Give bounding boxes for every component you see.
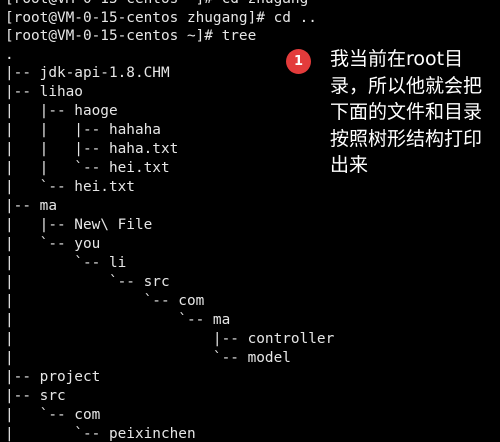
terminal-line: |-- src — [5, 388, 66, 404]
terminal-line: [root@VM-0-15-centos ~]# tree — [5, 28, 257, 44]
terminal-line: |-- lihao — [5, 84, 83, 100]
annotation-text: 我当前在root目录，所以他就会把下面的文件和目录按照树形结构打印出来 — [330, 48, 483, 176]
terminal-window[interactable]: [root@VM-0-15-centos ~]# cd zhugang [roo… — [0, 0, 500, 442]
terminal-line: |-- jdk-api-1.8.CHM — [5, 65, 170, 81]
terminal-line: | `-- peixinchen — [5, 426, 196, 442]
terminal-line: | | |-- haha.txt — [5, 141, 179, 157]
terminal-line: | |-- controller — [5, 331, 335, 347]
terminal-line: | `-- model — [5, 350, 291, 366]
terminal-line: | `-- ma — [5, 312, 231, 328]
terminal-line: | `-- you — [5, 236, 101, 252]
terminal-line: | `-- com — [5, 293, 205, 309]
terminal-line: [root@VM-0-15-centos ~]# cd zhugang — [5, 0, 308, 9]
step-number-badge: 1 — [286, 49, 311, 74]
terminal-line: | `-- hei.txt — [5, 179, 135, 195]
terminal-line: [root@VM-0-15-centos zhugang]# cd .. — [5, 10, 317, 26]
terminal-line: | `-- li — [5, 255, 127, 271]
terminal-line: . — [5, 47, 14, 63]
terminal-line: | | |-- hahaha — [5, 122, 161, 138]
terminal-line: | |-- New\ File — [5, 217, 153, 233]
terminal-line: | | `-- hei.txt — [5, 160, 170, 176]
terminal-line: | `-- com — [5, 407, 101, 423]
terminal-line: |-- project — [5, 369, 101, 385]
terminal-line: |-- ma — [5, 198, 57, 214]
terminal-line: | `-- src — [5, 274, 170, 290]
terminal-line: | |-- haoge — [5, 103, 118, 119]
